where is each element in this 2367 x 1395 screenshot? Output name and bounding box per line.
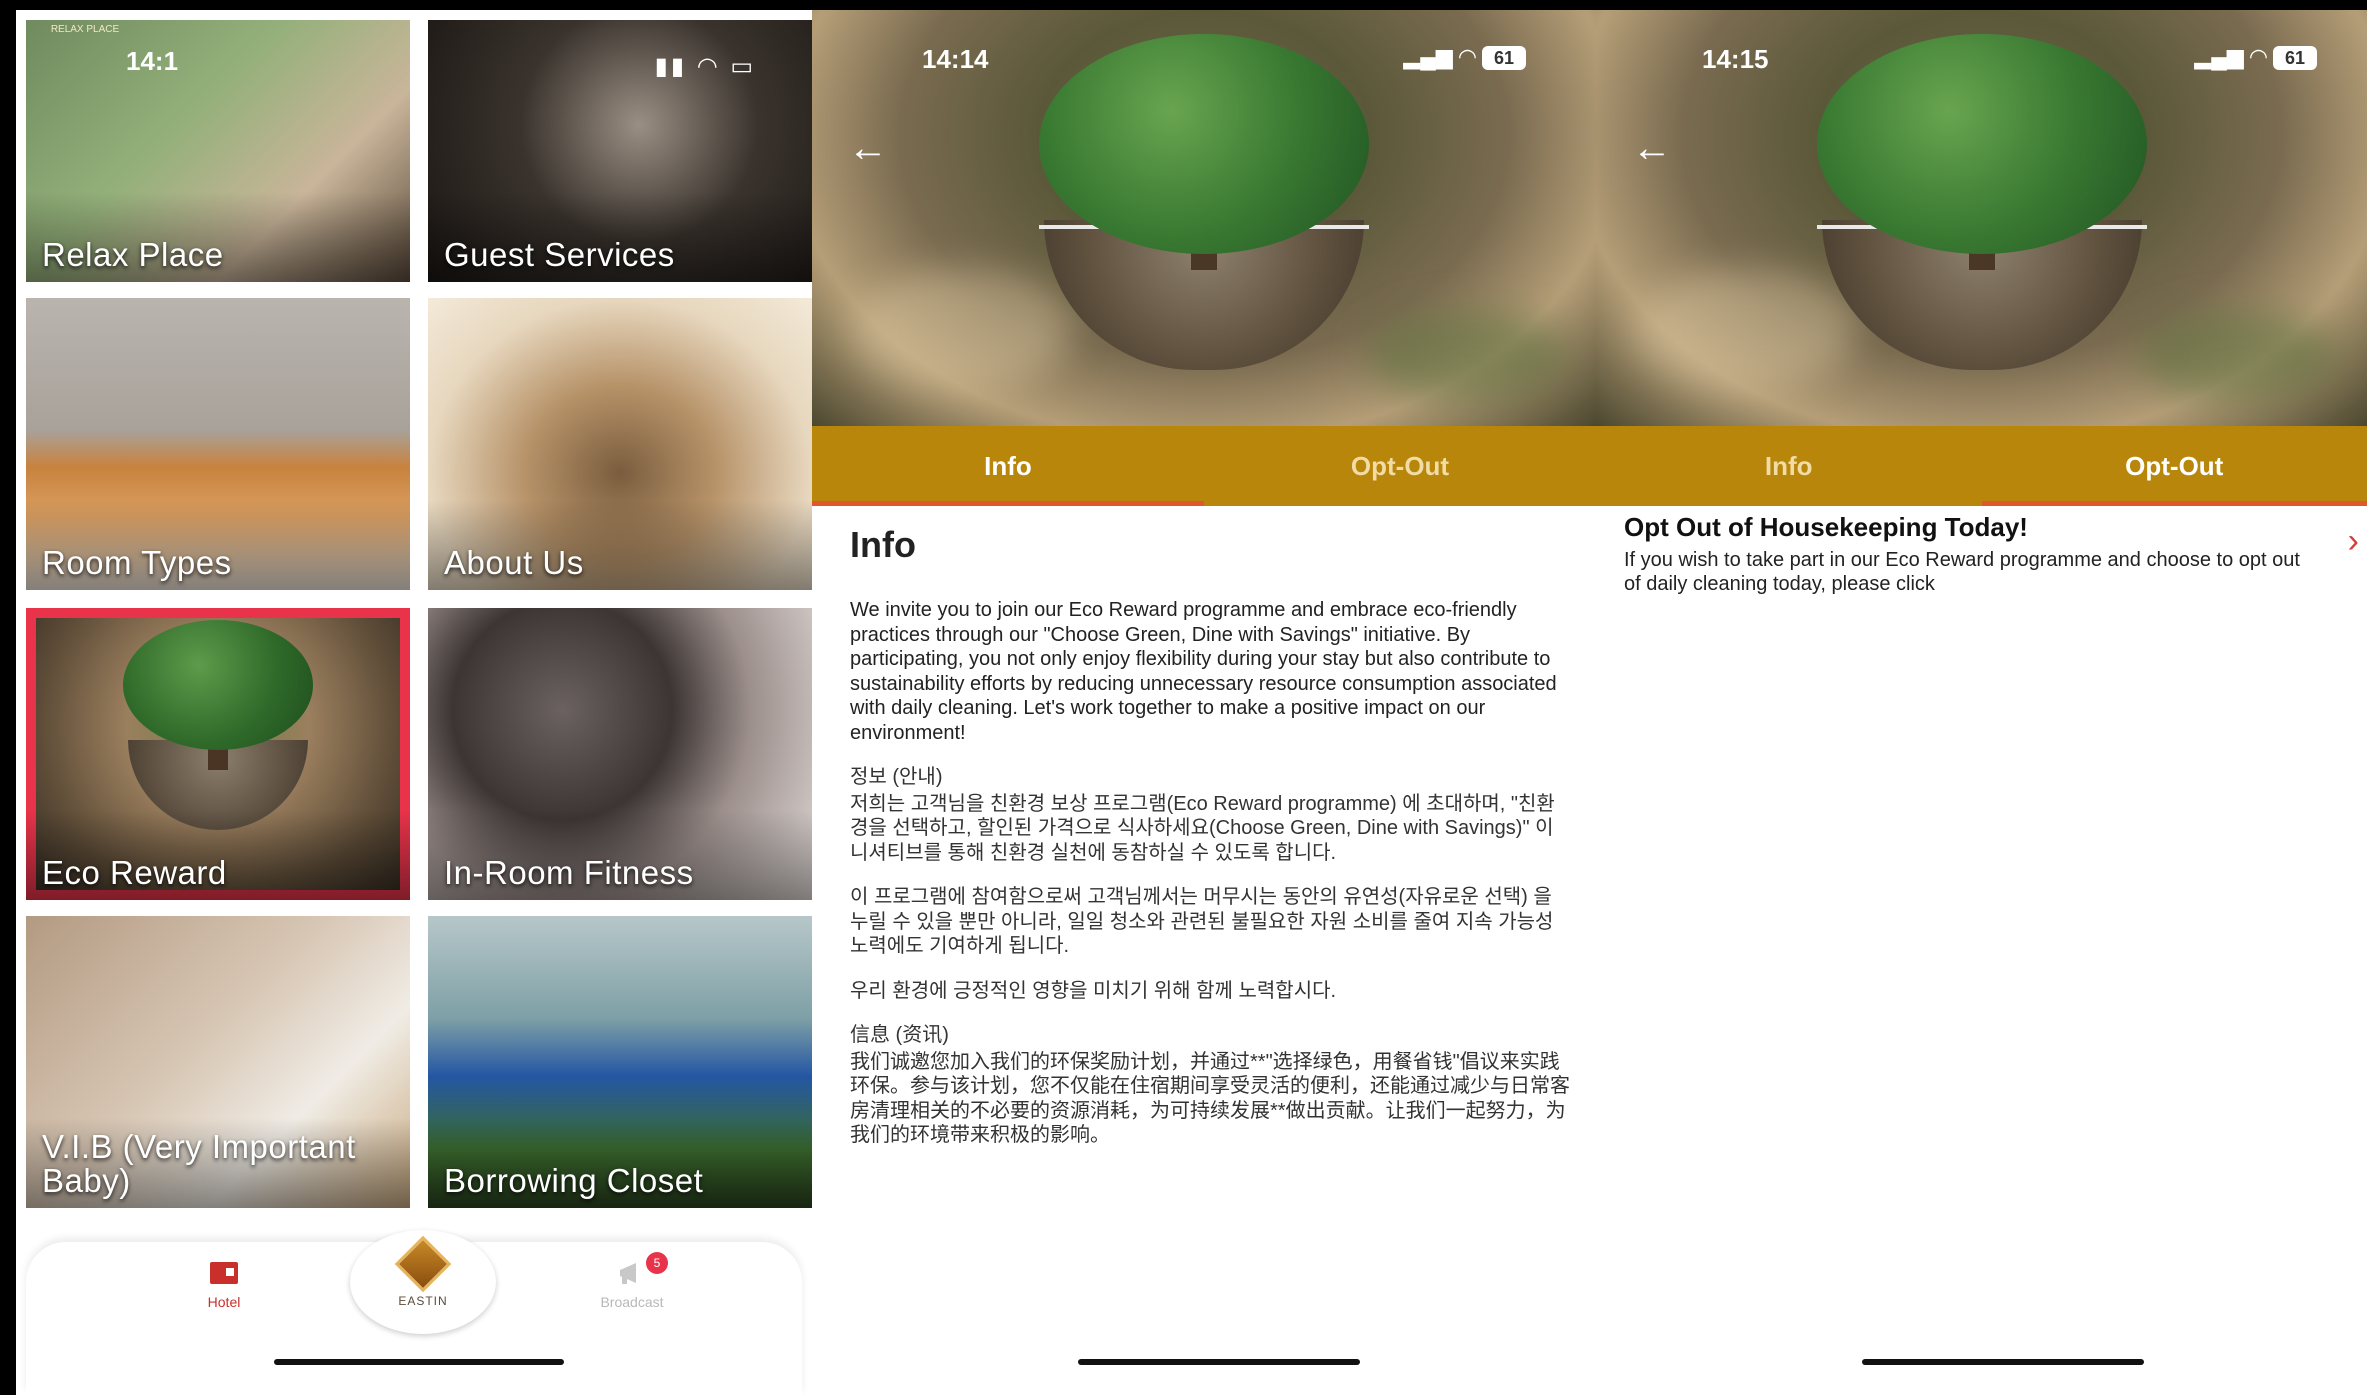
info-paragraph-zh: 我们诚邀您加入我们的环保奖励计划，并通过**"选择绿色，用餐省钱"倡议来实践环保… bbox=[850, 1050, 1570, 1147]
chevron-right-icon[interactable]: › bbox=[2348, 522, 2359, 561]
megaphone-icon bbox=[620, 1263, 636, 1284]
eco-reward-info-screen: 14:14 ▂▄▆ ◠ 61 ← Info Opt-Out Info We in… bbox=[812, 10, 1596, 1385]
tree-in-soil-image bbox=[103, 620, 333, 830]
tile-in-room-fitness[interactable]: In-Room Fitness bbox=[428, 608, 812, 900]
status-time: 14:14 bbox=[922, 44, 989, 74]
battery-icon: 61 bbox=[1482, 46, 1526, 70]
tile-vib-baby[interactable]: V.I.B (Very Important Baby) bbox=[26, 916, 410, 1208]
info-heading-zh: 信息 (资讯) bbox=[850, 1024, 949, 1046]
segmented-tabs: Info Opt-Out bbox=[812, 426, 1596, 506]
tile-label: V.I.B (Very Important Baby) bbox=[42, 1128, 356, 1199]
battery-icon: 61 bbox=[2273, 46, 2317, 70]
tab-info[interactable]: Info bbox=[1596, 426, 1982, 506]
relax-place-logo: RELAX PLACE bbox=[50, 24, 120, 35]
optout-title[interactable]: Opt Out of Housekeeping Today! bbox=[1624, 512, 2028, 543]
tab-broadcast[interactable]: 5 Broadcast bbox=[572, 1252, 692, 1310]
notification-badge: 5 bbox=[646, 1252, 668, 1274]
info-paragraph-ko-3: 우리 환경에 긍정적인 영향을 미치기 위해 함께 노력합시다. bbox=[850, 979, 1337, 1002]
tile-relax-place[interactable]: RELAX PLACE 14:1 Relax Place bbox=[26, 20, 410, 282]
home-indicator bbox=[1078, 1359, 1360, 1365]
info-heading-ko: 정보 (안내) bbox=[850, 766, 943, 788]
signal-icon: ▂▄▆ bbox=[1403, 44, 1453, 69]
tile-label: Relax Place bbox=[42, 236, 224, 273]
eco-hero-image: 14:15 ▂▄▆ ◠ 61 ← bbox=[1596, 10, 2367, 426]
status-time: 14:1 bbox=[126, 46, 179, 76]
tile-label: In-Room Fitness bbox=[444, 854, 694, 891]
eastin-home-button[interactable]: EASTIN bbox=[350, 1230, 496, 1334]
tab-hotel[interactable]: Hotel bbox=[164, 1258, 284, 1310]
tile-guest-services[interactable]: ▮▮ ◠ ▭ Guest Services bbox=[428, 20, 812, 282]
status-time: 14:15 bbox=[1702, 44, 1769, 74]
hotel-icon bbox=[210, 1262, 238, 1284]
tile-label: Room Types bbox=[42, 544, 232, 581]
info-content: Info We invite you to join our Eco Rewar… bbox=[850, 510, 1570, 1148]
tile-room-types[interactable]: Room Types bbox=[26, 298, 410, 590]
tab-info[interactable]: Info bbox=[812, 426, 1204, 506]
signal-icon: ▂▄▆ bbox=[2194, 44, 2244, 69]
info-paragraph-en: We invite you to join our Eco Reward pro… bbox=[850, 599, 1557, 744]
tile-borrowing-closet[interactable]: Borrowing Closet bbox=[428, 916, 812, 1208]
screenshot-frame: RELAX PLACE 14:1 Relax Place ▮▮ ◠ ▭ Gues… bbox=[16, 10, 2367, 1395]
status-icons: ▮▮ ◠ ▭ bbox=[654, 53, 756, 80]
tab-opt-out[interactable]: Opt-Out bbox=[1204, 426, 1596, 506]
segmented-tabs: Info Opt-Out bbox=[1596, 426, 2367, 506]
tile-label: Borrowing Closet bbox=[444, 1162, 704, 1199]
info-paragraph-ko-1: 저희는 고객님을 친환경 보상 프로그램(Eco Reward programm… bbox=[850, 792, 1555, 864]
eastin-logo-icon bbox=[394, 1235, 452, 1293]
tab-broadcast-label: Broadcast bbox=[600, 1294, 664, 1310]
tile-about-us[interactable]: About Us bbox=[428, 298, 812, 590]
eco-reward-optout-screen: 14:15 ▂▄▆ ◠ 61 ← Info Opt-Out Opt Out of… bbox=[1596, 10, 2367, 1385]
home-indicator bbox=[274, 1359, 564, 1365]
tile-label: Guest Services bbox=[444, 236, 675, 273]
tab-opt-out[interactable]: Opt-Out bbox=[1981, 426, 2367, 506]
eco-hero-image: 14:14 ▂▄▆ ◠ 61 ← bbox=[812, 10, 1596, 426]
back-arrow-icon[interactable]: ← bbox=[1632, 128, 1672, 168]
tab-hotel-label: Hotel bbox=[207, 1294, 241, 1310]
wifi-icon: ◠ bbox=[1458, 44, 1476, 69]
info-paragraph-ko-2: 이 프로그램에 참여함으로써 고객님께서는 머무시는 동안의 유연성(자유로운 … bbox=[850, 886, 1554, 957]
status-icons: ▂▄▆ ◠ 61 bbox=[2194, 44, 2317, 70]
status-icons: ▂▄▆ ◠ 61 bbox=[1403, 44, 1526, 70]
back-arrow-icon[interactable]: ← bbox=[848, 128, 888, 168]
tile-eco-reward[interactable]: Eco Reward bbox=[26, 608, 410, 900]
tile-label: About Us bbox=[444, 544, 584, 581]
eastin-label: EASTIN bbox=[398, 1294, 448, 1308]
optout-description[interactable]: If you wish to take part in our Eco Rewa… bbox=[1624, 548, 2304, 596]
bottom-tab-bar: Hotel EASTIN 5 Broadcast bbox=[26, 1230, 802, 1395]
page-title: Info bbox=[850, 524, 916, 565]
wifi-icon: ◠ bbox=[2249, 44, 2267, 69]
tile-label: Eco Reward bbox=[42, 854, 227, 891]
hotel-services-screen: RELAX PLACE 14:1 Relax Place ▮▮ ◠ ▭ Gues… bbox=[16, 10, 812, 1395]
home-indicator bbox=[1862, 1359, 2144, 1365]
